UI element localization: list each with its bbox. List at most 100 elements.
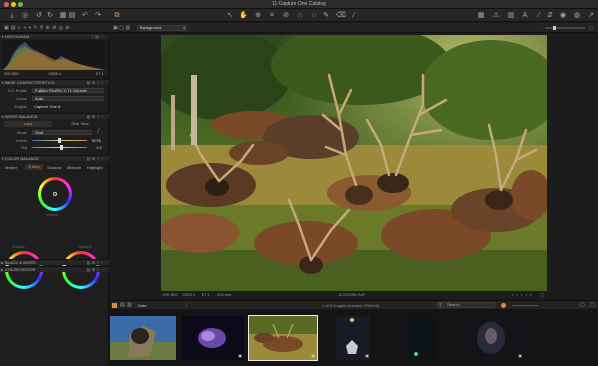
thumbnail-image xyxy=(249,316,317,360)
midtone-wheel-handle[interactable] xyxy=(53,192,57,196)
picker-icon[interactable]: ⁄ xyxy=(350,12,358,20)
thumbnail-badge: ▣ xyxy=(518,353,522,358)
thumbnail-badge: ▣ xyxy=(311,353,315,358)
tool-panel: ▼ HISTOGRAM ?▤⋯ ISO 800 1/500 s f/7.1 ▼ … xyxy=(0,33,109,366)
filter-icon[interactable] xyxy=(501,303,506,308)
histogram-icon[interactable]: ▥ xyxy=(507,12,515,20)
globe-icon[interactable]: ◍ xyxy=(573,12,581,20)
midtone-wheel[interactable] xyxy=(38,177,72,211)
undo-icon[interactable]: ↶ xyxy=(81,12,89,20)
zoom-slider[interactable] xyxy=(545,26,585,30)
color-editor-header[interactable]: ▶ COLOR EDITOR ▤⊞?⋯ xyxy=(0,266,109,272)
histogram-header[interactable]: ▼ HISTOGRAM ?▤⋯ xyxy=(0,33,109,39)
color-balance-tabs: Master 3-Way Shadow Midtone Highlight xyxy=(3,164,107,171)
mode-select[interactable]: Shot xyxy=(32,130,92,135)
section-tool-icons[interactable]: ▤⊞?⋯ xyxy=(87,267,106,273)
camera-icon[interactable]: ◎ xyxy=(21,12,29,20)
wand-icon[interactable]: ⁄ xyxy=(535,12,543,20)
curve-select[interactable]: Auto xyxy=(32,96,104,101)
expand-triangle-icon: ▶ xyxy=(1,268,4,272)
browser-close-icon[interactable]: ▢ xyxy=(590,302,595,308)
straighten-icon[interactable]: ⊘ xyxy=(282,12,290,20)
spot-icon[interactable]: ○ xyxy=(310,12,318,20)
thumbnail-image xyxy=(406,316,436,360)
zoom-slider-thumb[interactable] xyxy=(553,26,556,30)
image-count: 1 of 6 Images selected (Filtered) xyxy=(322,303,380,308)
eye-icon[interactable]: ◉ xyxy=(559,12,567,20)
chevron-down-icon: ▾ xyxy=(183,26,185,30)
variant-icon[interactable]: ⧉ xyxy=(113,12,121,20)
color-tag-icon[interactable]: ▢ xyxy=(540,292,544,297)
tint-value[interactable]: 1.9 xyxy=(96,145,102,150)
white-balance-header[interactable]: ▼ WHITE BALANCE ▤⊞?⋯ xyxy=(0,113,109,119)
thumbnail-5[interactable] xyxy=(406,316,436,360)
icc-profile-label: ICC Profile xyxy=(7,88,27,93)
warning-icon[interactable]: ⚠ xyxy=(492,12,500,20)
section-tool-icons[interactable]: ▤⊞?⋯ xyxy=(87,80,106,86)
cursor-icon[interactable]: ↖ xyxy=(226,12,234,20)
brush-icon[interactable]: ✎ xyxy=(322,12,330,20)
histogram-chart xyxy=(3,42,106,71)
crop-icon[interactable]: ⌗ xyxy=(268,12,276,20)
trash-icon[interactable]: ▦ xyxy=(59,12,67,20)
cb-tab-midtone[interactable]: Midtone xyxy=(67,165,81,170)
section-tool-icons[interactable]: ▤⊞?⋯ xyxy=(87,114,106,120)
kelvin-value[interactable]: 5076 xyxy=(92,138,101,143)
cb-tab-3way[interactable]: 3-Way xyxy=(25,164,43,170)
thumbnail-6[interactable]: ▣ xyxy=(458,316,524,360)
base-characteristics-header[interactable]: ▼ BASE CHARACTERISTICS ▤⊞?⋯ xyxy=(0,79,109,85)
zoom-icon[interactable]: ⊕ xyxy=(254,12,262,20)
search-input[interactable]: ⚲ Search xyxy=(436,302,496,308)
cb-tab-shadow[interactable]: Shadow xyxy=(47,165,61,170)
thumbnail-badge: ▣ xyxy=(238,353,242,358)
list-view-icon[interactable]: ▤ xyxy=(120,302,125,308)
zoom-out-icon[interactable]: ▫ xyxy=(538,25,539,30)
tint-slider[interactable] xyxy=(32,145,87,150)
kelvin-slider-thumb[interactable] xyxy=(58,138,61,143)
sort-label[interactable]: Date xyxy=(138,303,146,308)
eraser-icon[interactable]: ⌫ xyxy=(336,12,346,20)
redo-icon[interactable]: ↷ xyxy=(94,12,102,20)
text-icon[interactable]: A xyxy=(521,12,529,20)
rating-stars[interactable]: • • • • • xyxy=(512,292,532,297)
mode-label: Mode xyxy=(16,130,27,135)
wb-tab-lazy[interactable]: Lazy xyxy=(4,121,52,127)
sub-toolbar: ▣▤◐◑⌖✎⚲⊕⚙◎⊘ ▣▢▥ Background ▾ ▫ ▢ xyxy=(0,23,598,33)
black-white-header[interactable]: ▶ BLACK & WHITE ▤⊞?⋯ xyxy=(0,259,109,265)
thumbnail-2[interactable]: ▣ xyxy=(182,316,244,360)
kelvin-slider[interactable] xyxy=(32,138,87,143)
eyedropper-icon[interactable]: ⁄ xyxy=(98,129,99,135)
zoom-in-icon[interactable]: ▢ xyxy=(589,25,593,30)
section-tool-icons[interactable]: ▤⊞?⋯ xyxy=(87,156,106,162)
filmstrip-view-icon[interactable]: ▥ xyxy=(127,302,132,308)
main-photo[interactable] xyxy=(161,35,547,291)
copy-icon[interactable]: ⇵ xyxy=(546,12,554,20)
library-icon[interactable]: ▤ xyxy=(68,12,76,20)
import-icon[interactable]: ⤓ xyxy=(8,12,16,20)
layer-select[interactable]: Background ▾ xyxy=(137,25,187,31)
tool-tab-icons[interactable]: ▣▤◐◑⌖✎⚲⊕⚙◎⊘ xyxy=(4,25,72,31)
color-balance-header[interactable]: ▼ COLOR BALANCE ▤⊞?⋯ xyxy=(0,155,109,161)
icc-profile-select[interactable]: Fujifilm FinePix X-T1 Generic xyxy=(32,88,104,93)
cb-tab-highlight[interactable]: Highlight xyxy=(87,165,103,170)
rotate-right-icon[interactable]: ↻ xyxy=(46,12,54,20)
wb-tab-skin-tone[interactable]: Skin Tone xyxy=(56,121,104,127)
highlight-wheel-label: Highlight xyxy=(78,245,92,249)
view-mode-icons[interactable]: ▣▢▥ xyxy=(113,25,132,31)
thumb-size-slider[interactable] xyxy=(512,305,538,306)
share-icon[interactable]: ↗ xyxy=(587,12,595,20)
grid-view-icon[interactable] xyxy=(112,303,117,308)
title-bar: 11 Capture One Catalog xyxy=(0,0,598,9)
collapse-triangle-icon: ▼ xyxy=(1,81,5,85)
sort-direction-icon[interactable]: ↕ xyxy=(185,302,188,308)
browser-options-icon[interactable]: ▢ xyxy=(580,302,585,308)
pan-icon[interactable]: ✋ xyxy=(239,12,248,20)
tint-slider-thumb[interactable] xyxy=(60,145,63,150)
thumbnail-4[interactable]: ▣ xyxy=(336,316,370,360)
rotate-left-icon[interactable]: ↺ xyxy=(35,12,43,20)
cb-tab-master[interactable]: Master xyxy=(5,165,17,170)
grid-icon[interactable]: ▦ xyxy=(477,12,485,20)
thumbnail-1[interactable] xyxy=(110,316,176,360)
keystone-icon[interactable]: ∩ xyxy=(296,12,304,20)
thumbnail-3-selected[interactable]: ▣ xyxy=(248,315,318,361)
